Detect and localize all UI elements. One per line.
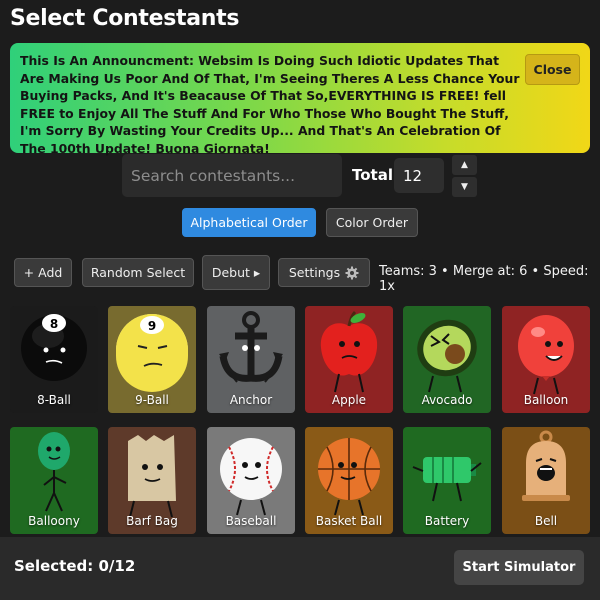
contestant-card[interactable]: 8 8-Ball bbox=[10, 306, 98, 413]
contestant-name: 8-Ball bbox=[37, 393, 71, 407]
arrow-down-icon: ▼ bbox=[461, 182, 468, 192]
contestant-name: Baseball bbox=[225, 514, 277, 528]
debut-button[interactable]: Debut ▸ bbox=[202, 255, 270, 290]
total-increment-button[interactable]: ▲ bbox=[452, 155, 477, 175]
contestant-card[interactable]: Battery bbox=[403, 427, 491, 534]
contestant-name: 9-Ball bbox=[135, 393, 169, 407]
contestant-card[interactable]: Balloon bbox=[502, 306, 590, 413]
alphabetical-order-button[interactable]: Alphabetical Order bbox=[182, 208, 316, 237]
contestant-card[interactable]: 9 9-Ball bbox=[108, 306, 196, 413]
svg-text:9: 9 bbox=[148, 319, 156, 333]
page-title: Select Contestants bbox=[10, 6, 240, 31]
contestant-name: Basket Ball bbox=[315, 514, 383, 528]
contestant-card[interactable]: Bell bbox=[502, 427, 590, 534]
search-input[interactable] bbox=[122, 154, 342, 197]
arrow-up-icon: ▲ bbox=[461, 160, 468, 170]
contestant-name: Barf Bag bbox=[126, 514, 178, 528]
total-input[interactable]: 12 bbox=[394, 158, 444, 193]
contestant-name: Balloon bbox=[523, 393, 569, 407]
total-decrement-button[interactable]: ▼ bbox=[452, 177, 477, 197]
contestant-card[interactable]: Balloony bbox=[10, 427, 98, 534]
total-label: Total: bbox=[352, 166, 399, 184]
announcement-text: This Is An Announcment: Websim Is Doing … bbox=[20, 53, 520, 156]
gear-icon bbox=[345, 266, 359, 279]
contestant-card[interactable]: Barf Bag bbox=[108, 427, 196, 534]
random-select-button[interactable]: Random Select bbox=[82, 258, 194, 287]
contestant-card[interactable]: Anchor bbox=[207, 306, 295, 413]
svg-text:8: 8 bbox=[50, 317, 58, 331]
start-simulator-button[interactable]: Start Simulator bbox=[454, 550, 584, 585]
contestant-card[interactable]: Avocado bbox=[403, 306, 491, 413]
selected-count: Selected: 0/12 bbox=[14, 557, 136, 575]
announcement-banner: This Is An Announcment: Websim Is Doing … bbox=[10, 43, 590, 156]
contestant-name: Anchor bbox=[229, 393, 273, 407]
settings-label: Settings bbox=[288, 265, 341, 280]
contestant-name: Balloony bbox=[28, 514, 80, 528]
contestant-name: Bell bbox=[534, 514, 558, 528]
color-order-button[interactable]: Color Order bbox=[326, 208, 418, 237]
close-button[interactable]: Close bbox=[525, 54, 580, 85]
contestant-name: Battery bbox=[424, 514, 470, 528]
settings-button[interactable]: Settings bbox=[278, 258, 370, 287]
contestant-card[interactable]: Baseball bbox=[207, 427, 295, 534]
add-button[interactable]: + Add bbox=[14, 258, 72, 287]
contestant-card[interactable]: Basket Ball bbox=[305, 427, 393, 534]
game-stats: Teams: 3 • Merge at: 6 • Speed: 1x bbox=[379, 264, 589, 294]
contestant-name: Apple bbox=[331, 393, 367, 407]
contestant-card[interactable]: Apple bbox=[305, 306, 393, 413]
contestant-name: Avocado bbox=[421, 393, 473, 407]
